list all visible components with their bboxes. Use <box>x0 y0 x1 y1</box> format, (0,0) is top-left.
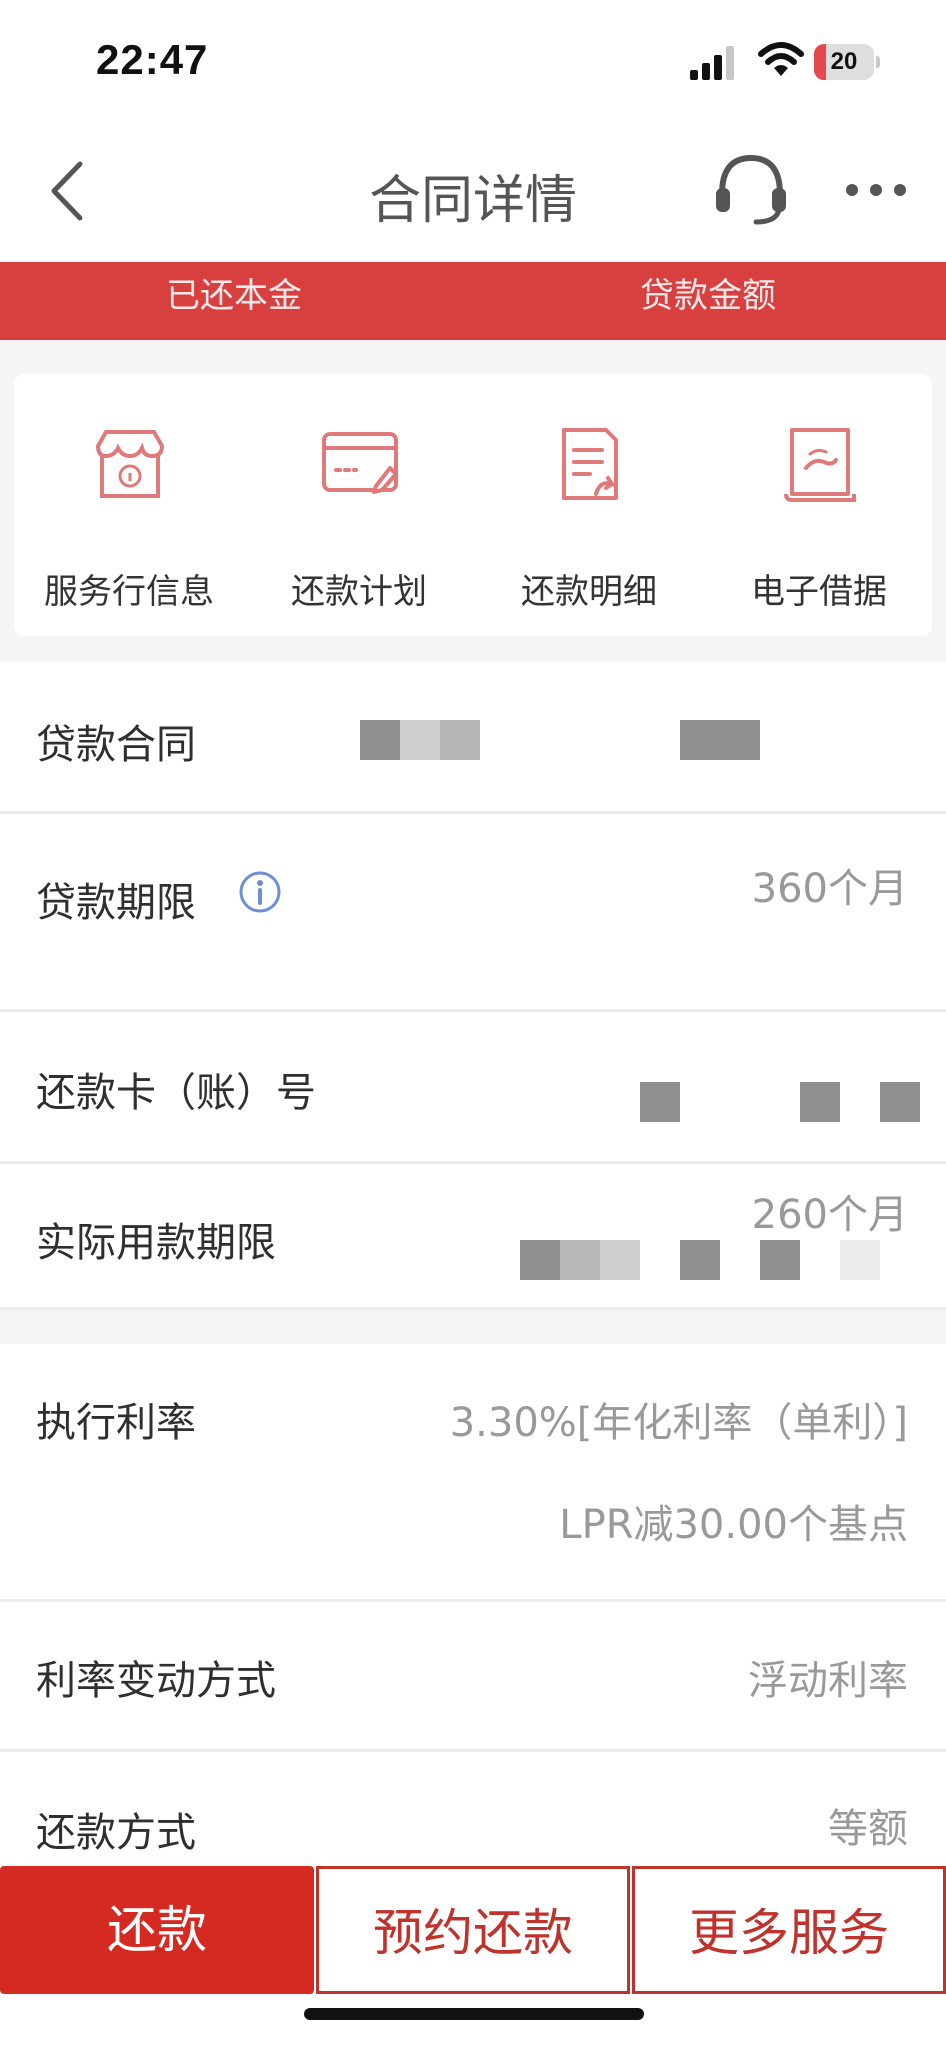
info-icon[interactable] <box>238 870 282 914</box>
rate-change-label: 利率变动方式 <box>36 1658 276 1704</box>
redacted-value <box>360 720 400 760</box>
quick-service-label: 还款明细 <box>521 572 657 612</box>
status-time: 22:47 <box>96 36 209 83</box>
nav-bar: 合同详情 <box>0 120 946 262</box>
row-exec-rate: 执行利率 3.30%[年化利率（单利）] LPR减30.00个基点 <box>0 1344 946 1602</box>
quick-services-section: 服务行信息 还款计划 还款明细 电子借据 <box>0 340 946 662</box>
status-bar: 22:47 20 <box>0 0 946 120</box>
repay-card-label: 还款卡（账）号 <box>36 1070 316 1116</box>
page-title: 合同详情 <box>368 171 577 231</box>
quick-services-card: 服务行信息 还款计划 还款明细 电子借据 <box>14 374 932 636</box>
cellular-signal-icon <box>690 46 734 80</box>
repay-button[interactable]: 还款 <box>0 1866 314 1994</box>
wifi-icon <box>758 42 804 76</box>
more-services-button[interactable]: 更多服务 <box>632 1866 946 1994</box>
rate-change-value: 浮动利率 <box>748 1658 908 1704</box>
contract-detail-screen: 22:47 20 合同详情 已还本金 贷款金额 服务行信息 还款计划 还款明细 … <box>0 0 946 2048</box>
e-receipt-icon <box>784 428 856 502</box>
row-repay-method: 还款方式 等额 <box>0 1752 946 1862</box>
schedule-repay-button[interactable]: 预约还款 <box>316 1866 630 1994</box>
bottom-action-bar: 还款 预约还款 更多服务 <box>0 1862 946 2048</box>
actual-term-value: 260个月 <box>751 1192 908 1238</box>
repay-method-value: 等额 <box>828 1806 908 1852</box>
quick-service-bank-info[interactable]: 服务行信息 <box>14 374 244 636</box>
row-actual-term: 实际用款期限 260个月 <box>0 1164 946 1310</box>
redacted-value <box>640 1082 680 1122</box>
battery-percent: 20 <box>830 48 858 75</box>
bank-info-icon <box>95 430 165 498</box>
quick-service-e-receipt[interactable]: 电子借据 <box>704 374 934 636</box>
quick-service-repay-plan[interactable]: 还款计划 <box>244 374 474 636</box>
exec-rate-label: 执行利率 <box>36 1400 196 1446</box>
quick-service-repay-detail[interactable]: 还款明细 <box>474 374 704 636</box>
quick-service-label: 还款计划 <box>291 572 427 612</box>
home-indicator <box>304 2008 644 2020</box>
more-options-icon[interactable] <box>846 180 910 200</box>
battery-icon: 20 <box>814 44 880 80</box>
customer-service-headset-icon[interactable] <box>712 152 790 228</box>
repay-method-label: 还款方式 <box>36 1810 196 1856</box>
quick-service-label: 服务行信息 <box>44 572 214 612</box>
quick-service-label: 电子借据 <box>751 572 887 612</box>
redacted-value <box>520 1240 560 1280</box>
card-plan-icon <box>322 432 398 494</box>
exec-rate-sub: LPR减30.00个基点 <box>559 1502 908 1548</box>
loan-term-label: 贷款期限 <box>36 880 196 926</box>
actual-term-label: 实际用款期限 <box>36 1220 276 1266</box>
row-repay-card: 还款卡（账）号 <box>0 1012 946 1164</box>
loan-summary-band: 已还本金 贷款金额 <box>0 262 946 340</box>
loan-term-value: 360个月 <box>751 866 908 912</box>
loan-contract-label: 贷款合同 <box>36 722 196 768</box>
exec-rate-value: 3.30%[年化利率（单利）] <box>449 1400 908 1446</box>
document-detail-icon <box>562 428 618 500</box>
section-gap <box>0 1310 946 1344</box>
row-loan-term: 贷款期限 360个月 <box>0 814 946 1012</box>
row-loan-contract: 贷款合同 <box>0 662 946 814</box>
loan-amount-label: 贷款金额 <box>640 276 776 316</box>
repaid-principal-label: 已还本金 <box>166 276 302 316</box>
row-rate-change: 利率变动方式 浮动利率 <box>0 1602 946 1752</box>
